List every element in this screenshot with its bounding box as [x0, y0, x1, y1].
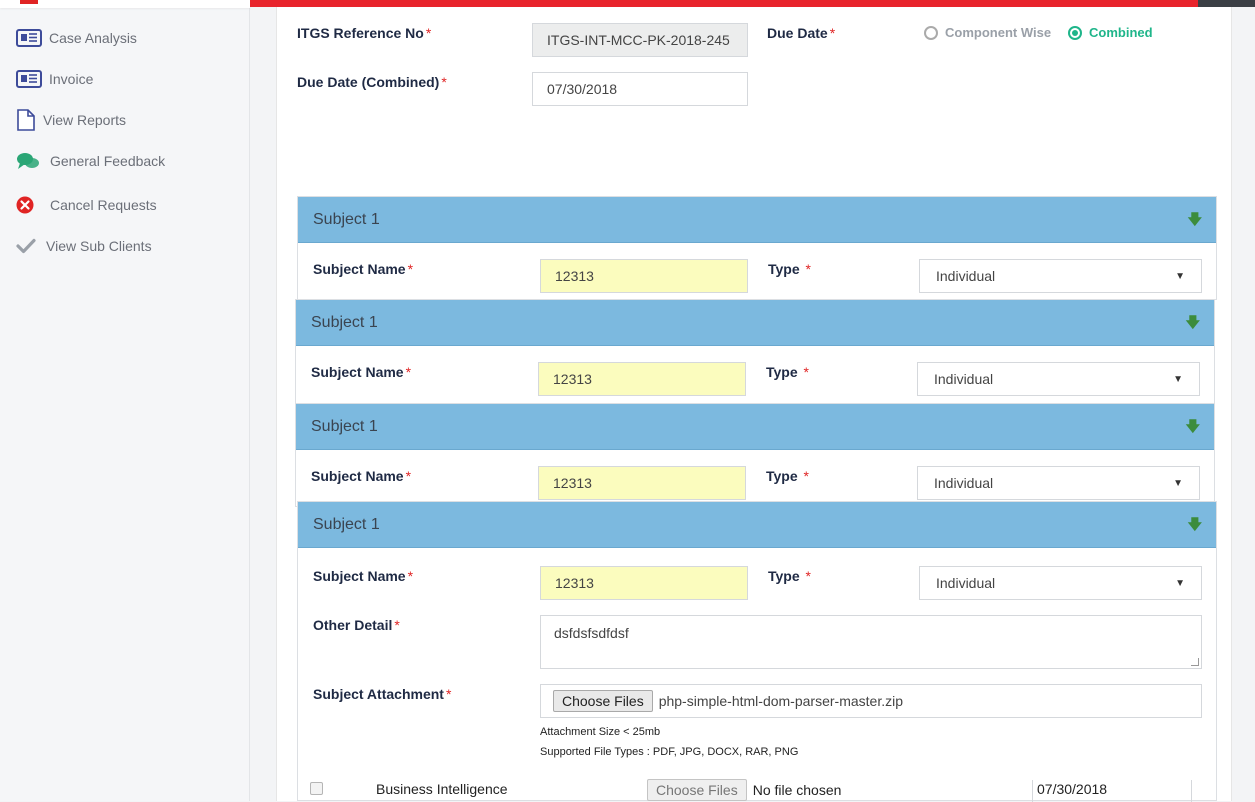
subject-panel: Subject 1 🡇 Subject Name * 12313 Type * In… — [297, 196, 1217, 300]
sidebar-item-view-reports[interactable]: View Reports — [16, 108, 126, 132]
subject-panel: Subject 1 🡇 Subject Name * 12313 Type * In… — [295, 299, 1215, 405]
component-file-input: Choose Files No file chosen — [647, 779, 841, 801]
sidebar-top-icon-fragment — [20, 0, 38, 4]
type-label: Type * — [766, 364, 809, 380]
due-date-label: Due Date * — [767, 25, 836, 41]
type-select-value: Individual — [936, 575, 996, 591]
attachment-size-note: Attachment Size < 25mb — [540, 726, 661, 738]
type-select[interactable]: Individual ▼ — [919, 259, 1202, 293]
sidebar-item-label: General Feedback — [50, 153, 166, 169]
other-detail-text: dsfdsfsdfdsf — [554, 625, 629, 641]
subject-panel-title: Subject 1 — [313, 210, 380, 228]
newspaper-icon — [16, 70, 46, 88]
caret-down-icon: ▼ — [1173, 373, 1183, 385]
top-accent-bar — [250, 0, 1198, 7]
type-select[interactable]: Individual ▼ — [919, 566, 1202, 600]
sidebar-item-label: Cancel Requests — [50, 197, 157, 213]
radio-dot — [1068, 25, 1082, 40]
subject-panel: Subject 1 🡇 Subject Name * 12313 Type * In… — [297, 501, 1217, 801]
sidebar-item-label: Case Analysis — [49, 30, 137, 46]
subject-name-label: Subject Name * — [313, 568, 414, 584]
type-select[interactable]: Individual ▼ — [917, 466, 1200, 500]
subject-panel-header[interactable]: Subject 1 🡇 — [298, 502, 1216, 548]
due-date-combined-label: Due Date (Combined) * — [297, 74, 447, 90]
itgs-reference-label: ITGS Reference No * — [297, 25, 432, 41]
top-corner-bar — [1198, 0, 1255, 7]
sidebar-item-view-sub-clients[interactable]: View Sub Clients — [16, 234, 152, 258]
type-select-value: Individual — [934, 371, 994, 387]
request-form: ITGS Reference No * ITGS-INT-MCC-PK-2018-… — [276, 7, 1232, 802]
sidebar: Case Analysis Invoice View Reports Gener… — [0, 0, 250, 801]
sidebar-item-case-analysis[interactable]: Case Analysis — [16, 26, 137, 50]
subject-panel-header[interactable]: Subject 1 🡇 — [296, 300, 1214, 346]
due-date-combined-input[interactable]: 07/30/2018 — [532, 72, 748, 106]
sidebar-item-label: View Reports — [43, 112, 127, 128]
sidebar-item-invoice[interactable]: Invoice — [16, 67, 93, 91]
arrow-down-icon[interactable]: 🡇 — [1186, 416, 1200, 440]
subject-panel-header[interactable]: Subject 1 🡇 — [296, 404, 1214, 450]
caret-down-icon: ▼ — [1175, 577, 1185, 589]
due-date-combined-radio[interactable]: Combined — [1068, 25, 1153, 40]
subject-name-label: Subject Name * — [311, 364, 412, 380]
document-icon — [16, 109, 43, 131]
subject-panel-title: Subject 1 — [313, 515, 380, 533]
sidebar-top-strip — [0, 0, 250, 8]
supported-types-note: Supported File Types : PDF, JPG, DOCX, R… — [540, 746, 799, 758]
subject-name-input[interactable]: 12313 — [538, 466, 746, 500]
subject-name-input[interactable]: 12313 — [540, 566, 748, 600]
arrow-down-icon[interactable]: 🡇 — [1188, 209, 1202, 233]
checkmark-icon — [16, 238, 46, 254]
type-select[interactable]: Individual ▼ — [917, 362, 1200, 396]
comments-icon — [16, 151, 50, 171]
choose-files-button[interactable]: Choose Files — [553, 690, 653, 712]
caret-down-icon: ▼ — [1173, 477, 1183, 489]
choose-files-button[interactable]: Choose Files — [647, 779, 747, 801]
newspaper-icon — [16, 29, 46, 47]
component-due-date-input[interactable]: 07/30/2018 — [1032, 780, 1192, 802]
attachment-file-name: php-simple-html-dom-parser-master.zip — [658, 693, 903, 709]
subject-panel-header[interactable]: Subject 1 🡇 — [298, 197, 1216, 243]
other-detail-label: Other Detail * — [313, 617, 400, 633]
itgs-reference-field: ITGS-INT-MCC-PK-2018-245 — [532, 23, 748, 57]
type-label: Type * — [766, 468, 809, 484]
sidebar-item-label: View Sub Clients — [46, 238, 152, 254]
sidebar-item-general-feedback[interactable]: General Feedback — [16, 149, 165, 173]
type-select-value: Individual — [936, 268, 996, 284]
due-date-component-wise-radio[interactable]: Component Wise — [924, 25, 1051, 40]
type-label: Type * — [768, 568, 811, 584]
resize-handle[interactable] — [1191, 658, 1199, 666]
subject-attachment-label: Subject Attachment * — [313, 686, 452, 702]
subject-panel-title: Subject 1 — [311, 313, 378, 331]
subject-panel-title: Subject 1 — [311, 417, 378, 435]
sidebar-item-cancel-requests[interactable]: Cancel Requests — [16, 193, 157, 217]
sidebar-item-label: Invoice — [49, 71, 94, 87]
subject-name-label: Subject Name * — [311, 468, 412, 484]
subject-name-input[interactable]: 12313 — [538, 362, 746, 396]
cancel-circle-icon — [16, 196, 50, 214]
arrow-down-icon[interactable]: 🡇 — [1186, 312, 1200, 336]
subject-attachment-input: Choose Files php-simple-html-dom-parser-… — [540, 684, 1202, 718]
component-checkbox[interactable] — [310, 782, 323, 795]
subject-panel: Subject 1 🡇 Subject Name * 12313 Type * In… — [295, 403, 1215, 507]
caret-down-icon: ▼ — [1175, 270, 1185, 282]
arrow-down-icon[interactable]: 🡇 — [1188, 514, 1202, 538]
subject-name-input[interactable]: 12313 — [540, 259, 748, 293]
type-label: Type * — [768, 261, 811, 277]
component-name: Business Intelligence — [376, 781, 508, 797]
other-detail-textarea[interactable]: dsfdsfsdfdsf — [540, 615, 1202, 669]
type-select-value: Individual — [934, 475, 994, 491]
subject-name-label: Subject Name * — [313, 261, 414, 277]
radio-dot — [924, 25, 938, 40]
no-file-text: No file chosen — [752, 782, 842, 798]
